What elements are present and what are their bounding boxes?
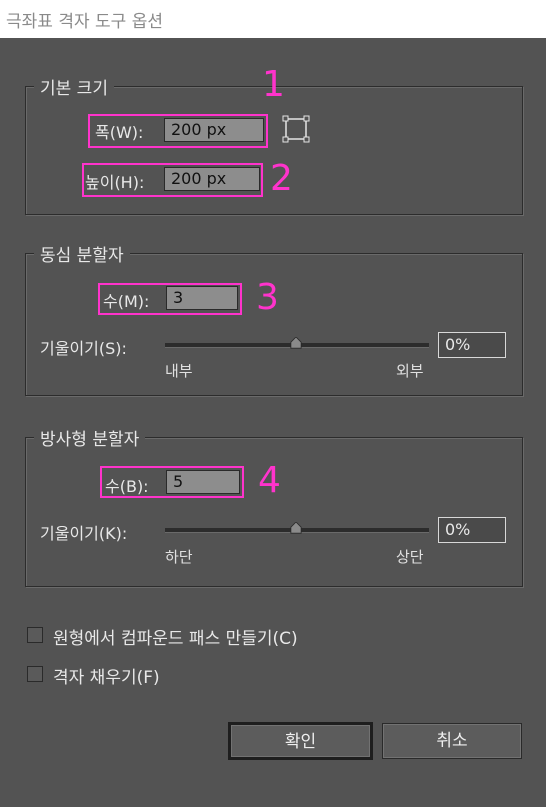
- fill-grid-checkbox[interactable]: [27, 666, 43, 682]
- dialog-title: 극좌표 격자 도구 옵션: [0, 0, 546, 38]
- compound-path-checkbox[interactable]: [27, 627, 43, 643]
- concentric-skew-label: 기울이기(S):: [40, 339, 127, 358]
- concentric-dividers-group: 동심 분할자: [25, 241, 523, 396]
- radial-dividers-title: 방사형 분할자: [34, 425, 146, 450]
- annotation-number-3: 3: [256, 277, 279, 318]
- concentric-min-label: 내부: [165, 362, 193, 380]
- annotation-number-1: 1: [262, 64, 285, 105]
- concentric-dividers-title: 동심 분할자: [34, 241, 130, 266]
- concentric-skew-thumb[interactable]: [290, 337, 302, 349]
- fill-grid-label[interactable]: 격자 채우기(F): [53, 663, 160, 688]
- radial-max-label: 상단: [396, 548, 424, 566]
- ok-button[interactable]: 확인: [229, 723, 372, 759]
- anchor-square-icon[interactable]: [282, 115, 310, 143]
- default-size-title: 기본 크기: [34, 74, 114, 99]
- radial-skew-thumb[interactable]: [290, 522, 302, 534]
- highlight-box-1: [88, 114, 268, 148]
- radial-skew-input[interactable]: 0%: [438, 517, 506, 543]
- annotation-number-2: 2: [270, 158, 293, 199]
- highlight-box-4: [100, 466, 244, 498]
- radial-min-label: 하단: [165, 548, 193, 566]
- compound-path-label[interactable]: 원형에서 컴파운드 패스 만들기(C): [53, 624, 298, 649]
- radial-skew-label: 기울이기(K):: [40, 524, 128, 543]
- highlight-box-2: [82, 163, 263, 197]
- cancel-button[interactable]: 취소: [382, 723, 522, 759]
- annotation-number-4: 4: [258, 460, 281, 501]
- highlight-box-3: [98, 283, 242, 315]
- concentric-skew-input[interactable]: 0%: [438, 332, 506, 358]
- concentric-max-label: 외부: [396, 362, 424, 380]
